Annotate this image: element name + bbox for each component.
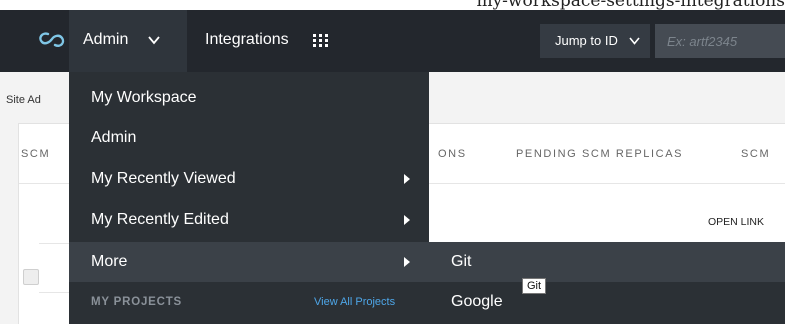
tab-scm-more[interactable]: SCM: [741, 148, 770, 160]
jump-to-id-input[interactable]: [655, 24, 785, 58]
integrations-nav-link[interactable]: Integrations: [205, 31, 289, 49]
caption-text: my-workspace-settings-integrations: [476, 0, 785, 10]
caption-strip: my-workspace-settings-integrations: [0, 0, 785, 10]
view-all-projects-link[interactable]: View All Projects: [314, 296, 395, 308]
menu-item-label: My Workspace: [91, 89, 197, 106]
chevron-down-icon: [148, 36, 160, 45]
menu-item-admin[interactable]: Admin: [69, 118, 429, 158]
my-projects-heading: MY PROJECTS: [91, 296, 183, 308]
open-link-header: OPEN LINK: [708, 216, 765, 228]
menu-item-label: My Recently Viewed: [91, 170, 236, 187]
menu-item-recently-edited[interactable]: My Recently Edited: [69, 200, 429, 240]
breadcrumb[interactable]: Site Ad: [6, 94, 41, 106]
logo-icon[interactable]: [34, 28, 68, 52]
menu-item-recently-viewed[interactable]: My Recently Viewed: [69, 159, 429, 199]
caret-right-icon: [404, 215, 410, 225]
admin-menu-label: Admin: [83, 31, 129, 48]
submenu-item-google[interactable]: Google: [429, 282, 785, 322]
chevron-down-icon: [629, 37, 640, 45]
tab-integrations[interactable]: ONS: [438, 148, 467, 160]
caret-right-icon: [404, 257, 410, 267]
caret-right-icon: [404, 174, 410, 184]
menu-item-label: My Recently Edited: [91, 211, 229, 228]
tooltip: Git: [522, 278, 547, 294]
submenu-item-label: Git: [451, 253, 472, 270]
menu-item-label: More: [91, 253, 128, 270]
jump-to-id-button[interactable]: Jump to ID: [540, 24, 650, 58]
admin-menu-button[interactable]: Admin: [69, 10, 187, 72]
submenu-item-label: Google: [451, 293, 503, 310]
submenu-item-git[interactable]: Git: [429, 242, 785, 282]
jump-to-id-label: Jump to ID: [555, 33, 618, 48]
top-nav-bar: Admin Integrations Jump to ID: [0, 10, 785, 72]
more-submenu: Git Google: [429, 242, 785, 324]
row-checkbox[interactable]: [23, 269, 39, 285]
tab-scm[interactable]: SCM: [21, 148, 50, 160]
menu-item-label: Admin: [91, 129, 137, 146]
menu-item-my-workspace[interactable]: My Workspace: [69, 78, 429, 118]
menu-item-more[interactable]: More: [69, 242, 429, 282]
grid-icon[interactable]: [313, 34, 329, 48]
admin-dropdown-menu: My Workspace Admin My Recently Viewed My…: [69, 72, 429, 324]
tab-pending-scm-replicas[interactable]: PENDING SCM REPLICAS: [516, 148, 683, 160]
